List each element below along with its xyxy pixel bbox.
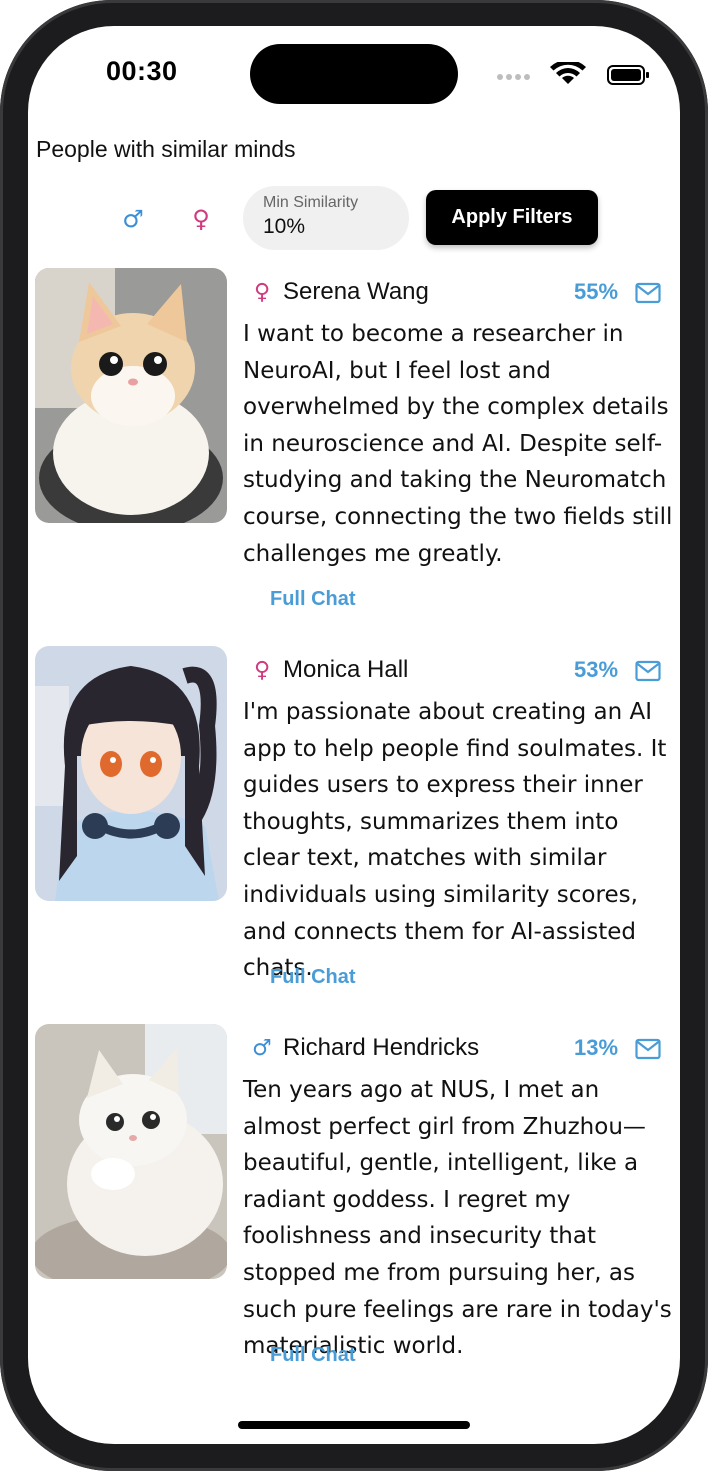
dynamic-island (250, 44, 458, 104)
app-screen: 00:30 People with similar minds ♂ ♀ Min … (28, 26, 680, 1444)
female-filter-button[interactable]: ♀ (184, 202, 218, 236)
profile-card: ♀ Monica Hall 53% I'm passionate about c… (28, 646, 680, 1006)
female-gender-icon: ♀ (253, 280, 271, 305)
cellular-signal-icon (497, 74, 530, 80)
min-similarity-field[interactable]: Min Similarity 10% (243, 186, 409, 250)
similarity-score: 53% (574, 657, 619, 682)
similarity-score: 13% (574, 1035, 619, 1060)
mail-icon[interactable] (635, 1038, 661, 1060)
profile-bio: Ten years ago at NUS, I met an almost pe… (243, 1077, 672, 1360)
profile-header: ♀ Monica Hall 53% (250, 654, 670, 688)
full-chat-link[interactable]: Full Chat (270, 588, 356, 611)
battery-icon (607, 65, 649, 85)
home-indicator[interactable] (238, 1421, 470, 1429)
mail-icon[interactable] (635, 660, 661, 682)
profile-card: ♂ Richard Hendricks 13% Ten years ago at… (28, 1024, 680, 1384)
min-similarity-label: Min Similarity (263, 194, 359, 211)
mail-icon[interactable] (635, 282, 661, 304)
anime-girl-avatar (35, 646, 227, 901)
cat-avatar (35, 268, 227, 523)
full-chat-link[interactable]: Full Chat (270, 1344, 356, 1367)
profile-name: Monica Hall (283, 656, 409, 683)
male-gender-icon: ♂ (252, 1036, 272, 1061)
phone-frame: 00:30 People with similar minds ♂ ♀ Min … (0, 0, 708, 1471)
status-time: 00:30 (106, 56, 178, 86)
profile-header: ♀ Serena Wang 55% (250, 276, 670, 310)
female-gender-icon: ♀ (253, 658, 271, 683)
profile-header: ♂ Richard Hendricks 13% (250, 1032, 670, 1066)
white-cat-avatar (35, 1024, 227, 1279)
profile-name: Serena Wang (283, 278, 429, 305)
wifi-icon (550, 62, 586, 84)
similarity-score: 55% (574, 279, 619, 304)
apply-filters-button[interactable]: Apply Filters (426, 190, 598, 245)
full-chat-link[interactable]: Full Chat (270, 966, 356, 989)
profile-bio: I'm passionate about creating an AI app … (243, 699, 667, 982)
filter-bar: ♂ ♀ Min Similarity 10% Apply Filters (28, 186, 680, 252)
profile-name: Richard Hendricks (283, 1034, 480, 1061)
profile-card: ♀ Serena Wang 55% I want to become a res… (28, 268, 680, 628)
status-icons (497, 62, 649, 85)
profile-bio: I want to become a researcher in NeuroAI… (243, 321, 673, 567)
min-similarity-value: 10% (263, 215, 306, 238)
page-title: People with similar minds (36, 136, 296, 162)
male-filter-button[interactable]: ♂ (116, 202, 150, 236)
